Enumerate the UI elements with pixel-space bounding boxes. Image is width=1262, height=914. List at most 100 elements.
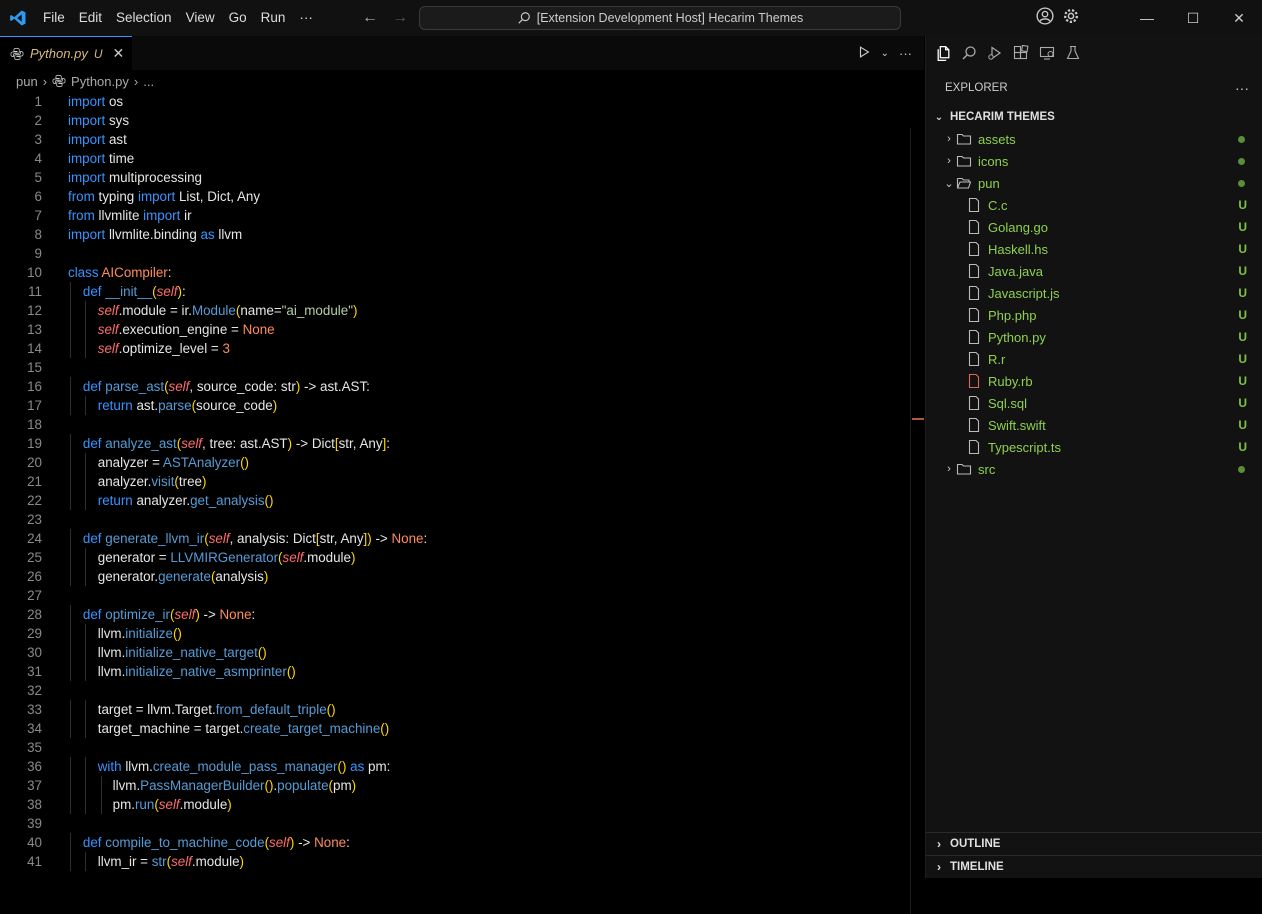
tab-python-py[interactable]: Python.py U ✕: [0, 36, 133, 70]
code-text: analyzer = ASTAnalyzer(): [68, 455, 249, 470]
code-line[interactable]: 20 analyzer = ASTAnalyzer(): [0, 453, 910, 472]
tree-item-assets-folder[interactable]: › assets: [926, 128, 1262, 150]
tree-item-javascript-file[interactable]: Javascript.js U: [926, 282, 1262, 304]
code-line[interactable]: 19 def analyze_ast(self, tree: ast.AST) …: [0, 434, 910, 453]
indent-guide: [70, 301, 71, 320]
tree-item-typescript-file[interactable]: Typescript.ts U: [926, 436, 1262, 458]
code-editor[interactable]: 1 import os 2 import sys 3 import ast 4 import …: [0, 92, 910, 878]
testing-flask-icon[interactable]: [1064, 44, 1082, 62]
chevron-down-icon[interactable]: ⌄: [881, 48, 889, 59]
breadcrumb-file[interactable]: Python.py: [71, 74, 129, 89]
menu-selection[interactable]: Selection: [109, 0, 179, 36]
tree-item-java-file[interactable]: Java.java U: [926, 260, 1262, 282]
tree-item-swift-file[interactable]: Swift.swift U: [926, 414, 1262, 436]
menu-more[interactable]: ···: [292, 0, 320, 36]
code-line[interactable]: 29 llvm.initialize(): [0, 624, 910, 643]
code-text: target = llvm.Target.from_default_triple…: [68, 702, 336, 717]
modified-dot-icon: [1238, 157, 1245, 165]
more-actions-icon[interactable]: ···: [899, 46, 912, 61]
code-line[interactable]: 31 llvm.initialize_native_asmprinter(): [0, 662, 910, 681]
tree-item-r-file[interactable]: R.r U: [926, 348, 1262, 370]
code-line[interactable]: 9: [0, 244, 910, 263]
code-line[interactable]: 38 pm.run(self.module): [0, 795, 910, 814]
tree-item-python-file[interactable]: Python.py U: [926, 326, 1262, 348]
tree-item-sql-file[interactable]: Sql.sql U: [926, 392, 1262, 414]
code-line[interactable]: 22 return analyzer.get_analysis(): [0, 491, 910, 510]
file-icon: [966, 439, 982, 455]
folder-icon: [956, 153, 972, 169]
breadcrumb-more[interactable]: ...: [143, 74, 154, 89]
code-line[interactable]: 21 analyzer.visit(tree): [0, 472, 910, 491]
extensions-icon[interactable]: [1012, 44, 1030, 62]
run-debug-icon[interactable]: [986, 44, 1004, 62]
tree-item-src-folder[interactable]: › src: [926, 458, 1262, 480]
code-line[interactable]: 3 import ast: [0, 130, 910, 149]
code-line[interactable]: 28 def optimize_ir(self) -> None:: [0, 605, 910, 624]
search-icon[interactable]: [960, 44, 978, 62]
back-arrow-icon[interactable]: ←: [362, 9, 378, 27]
close-window-icon[interactable]: ✕: [1216, 10, 1262, 27]
code-line[interactable]: 5 import multiprocessing: [0, 168, 910, 187]
tree-item-icons-folder[interactable]: › icons: [926, 150, 1262, 172]
code-line[interactable]: 25 generator = LLVMIRGenerator(self.modu…: [0, 548, 910, 567]
timeline-panel-header[interactable]: › TIMELINE: [926, 855, 1262, 878]
code-line[interactable]: 4 import time: [0, 149, 910, 168]
code-line[interactable]: 23: [0, 510, 910, 529]
menu-edit[interactable]: Edit: [72, 0, 109, 36]
explorer-files-icon[interactable]: [934, 44, 952, 62]
maximize-icon[interactable]: ☐: [1170, 10, 1216, 27]
code-line[interactable]: 27: [0, 586, 910, 605]
breadcrumb-folder[interactable]: pun: [16, 74, 38, 89]
tree-item-php-file[interactable]: Php.php U: [926, 304, 1262, 326]
remote-explorer-icon[interactable]: [1038, 44, 1056, 62]
code-line[interactable]: 1 import os: [0, 92, 910, 111]
menu-view[interactable]: View: [179, 0, 222, 36]
menu-run[interactable]: Run: [254, 0, 293, 36]
code-line[interactable]: 18: [0, 415, 910, 434]
minimize-icon[interactable]: —: [1124, 10, 1170, 26]
settings-gear-icon[interactable]: [1058, 7, 1084, 30]
code-line[interactable]: 6 from typing import List, Dict, Any: [0, 187, 910, 206]
editor-scrollbar[interactable]: [910, 128, 911, 914]
run-play-icon[interactable]: [857, 45, 871, 62]
code-line[interactable]: 30 llvm.initialize_native_target(): [0, 643, 910, 662]
code-line[interactable]: 14 self.optimize_level = 3: [0, 339, 910, 358]
tree-item-pun-folder[interactable]: ⌄ pun: [926, 172, 1262, 194]
account-icon[interactable]: [1032, 6, 1058, 30]
code-line[interactable]: 12 self.module = ir.Module(name="ai_modu…: [0, 301, 910, 320]
code-line[interactable]: 17 return ast.parse(source_code): [0, 396, 910, 415]
tree-item-ruby-file[interactable]: Ruby.rb U: [926, 370, 1262, 392]
code-line[interactable]: 41 llvm_ir = str(self.module): [0, 852, 910, 871]
code-line[interactable]: 37 llvm.PassManagerBuilder().populate(pm…: [0, 776, 910, 795]
menu-file[interactable]: File: [36, 0, 72, 36]
indent-guide: [70, 624, 71, 643]
tree-item-c-file[interactable]: C.c U: [926, 194, 1262, 216]
code-line[interactable]: 24 def generate_llvm_ir(self, analysis: …: [0, 529, 910, 548]
close-tab-icon[interactable]: ✕: [113, 45, 125, 62]
code-line[interactable]: 15: [0, 358, 910, 377]
file-icon: [966, 395, 982, 411]
workspace-root[interactable]: ⌄ HECARIM THEMES: [926, 106, 1262, 128]
code-line[interactable]: 11 def __init__(self):: [0, 282, 910, 301]
command-center-search[interactable]: [Extension Development Host] Hecarim The…: [419, 6, 901, 30]
code-line[interactable]: 39: [0, 814, 910, 833]
code-line[interactable]: 2 import sys: [0, 111, 910, 130]
outline-panel-header[interactable]: › OUTLINE: [926, 832, 1262, 855]
code-line[interactable]: 26 generator.generate(analysis): [0, 567, 910, 586]
forward-arrow-icon[interactable]: →: [392, 9, 408, 27]
code-line[interactable]: 33 target = llvm.Target.from_default_tri…: [0, 700, 910, 719]
tree-item-golang-file[interactable]: Golang.go U: [926, 216, 1262, 238]
code-line[interactable]: 16 def parse_ast(self, source_code: str)…: [0, 377, 910, 396]
code-line[interactable]: 13 self.execution_engine = None: [0, 320, 910, 339]
menu-go[interactable]: Go: [222, 0, 254, 36]
code-line[interactable]: 40 def compile_to_machine_code(self) -> …: [0, 833, 910, 852]
code-line[interactable]: 35: [0, 738, 910, 757]
more-actions-icon[interactable]: ···: [1235, 80, 1249, 96]
code-line[interactable]: 8 import llvmlite.binding as llvm: [0, 225, 910, 244]
code-line[interactable]: 10 class AICompiler:: [0, 263, 910, 282]
code-line[interactable]: 34 target_machine = target.create_target…: [0, 719, 910, 738]
code-line[interactable]: 36 with llvm.create_module_pass_manager(…: [0, 757, 910, 776]
code-line[interactable]: 7 from llvmlite import ir: [0, 206, 910, 225]
code-line[interactable]: 32: [0, 681, 910, 700]
tree-item-haskell-file[interactable]: Haskell.hs U: [926, 238, 1262, 260]
